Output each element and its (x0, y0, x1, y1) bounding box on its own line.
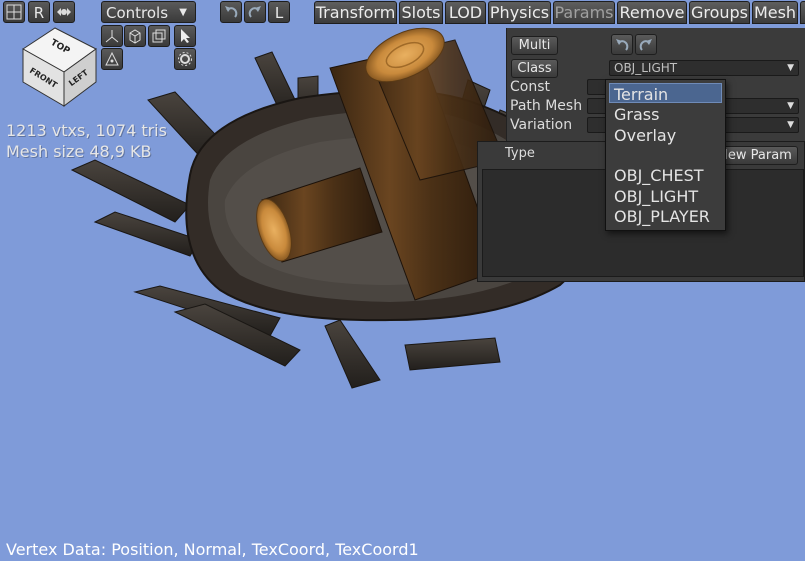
vertex-icon[interactable] (101, 48, 123, 70)
redo-params-icon[interactable] (635, 34, 657, 55)
tab-lod[interactable]: LOD (445, 1, 486, 24)
solid-cube-icon[interactable] (124, 25, 146, 47)
redo-icon[interactable] (244, 1, 266, 23)
controls-label: Controls (106, 4, 169, 22)
tab-overflow[interactable] (800, 1, 805, 24)
chevron-down-icon: ▼ (179, 7, 187, 18)
const-field[interactable] (587, 79, 607, 95)
variation-label: Variation (510, 117, 573, 133)
option-obj-chest[interactable]: OBJ_CHEST (614, 166, 704, 185)
const-label: Const (510, 79, 550, 95)
vertex-data-status: Vertex Data: Position, Normal, TexCoord,… (6, 540, 419, 559)
tab-physics[interactable]: Physics (488, 1, 551, 24)
view-cube[interactable]: TOP FRONT LEFT (20, 22, 102, 108)
class-select-value: OBJ_LIGHT (614, 61, 678, 75)
option-grass[interactable]: Grass (614, 105, 659, 124)
type-column-header: Type (505, 146, 535, 161)
undo-params-icon[interactable] (611, 34, 633, 55)
settings-icon[interactable] (174, 48, 196, 70)
class-select[interactable]: OBJ_LIGHT ▼ (609, 60, 799, 76)
option-terrain[interactable]: Terrain (614, 85, 668, 104)
option-obj-light[interactable]: OBJ_LIGHT (614, 187, 698, 206)
vertex-count: 1213 vtxs, 1074 tris (6, 121, 167, 140)
tab-slots[interactable]: Slots (399, 1, 443, 24)
local-button[interactable]: L (268, 1, 290, 23)
option-obj-player[interactable]: OBJ_PLAYER (614, 207, 710, 226)
grid-icon[interactable] (3, 1, 25, 23)
camera-icon[interactable] (53, 1, 75, 23)
chevron-down-icon: ▼ (787, 120, 794, 130)
tab-groups[interactable]: Groups (689, 1, 750, 24)
multi-button[interactable]: Multi (511, 36, 558, 55)
tab-params[interactable]: Params (553, 1, 615, 24)
wire-cube-icon[interactable] (148, 25, 170, 47)
tab-mesh[interactable]: Mesh (752, 1, 798, 24)
option-overlay[interactable]: Overlay (614, 126, 676, 145)
undo-icon[interactable] (220, 1, 242, 23)
chevron-down-icon: ▼ (787, 63, 794, 73)
cursor-icon[interactable] (174, 25, 196, 47)
mesh-size: Mesh size 48,9 KB (6, 142, 152, 161)
axis-icon[interactable] (101, 25, 123, 47)
3d-viewport[interactable]: R Controls ▼ L TOP FRONT LEFT 1213 vtxs,… (0, 0, 805, 561)
tab-remove[interactable]: Remove (617, 1, 687, 24)
tab-transform[interactable]: Transform (314, 1, 397, 24)
reset-button[interactable]: R (28, 1, 50, 23)
class-button[interactable]: Class (511, 59, 558, 78)
path-mesh-label: Path Mesh (510, 98, 583, 114)
class-dropdown-menu: Terrain Grass Overlay OBJ_CHEST OBJ_LIGH… (605, 79, 726, 231)
controls-dropdown[interactable]: Controls ▼ (101, 1, 196, 23)
chevron-down-icon: ▼ (787, 101, 794, 111)
